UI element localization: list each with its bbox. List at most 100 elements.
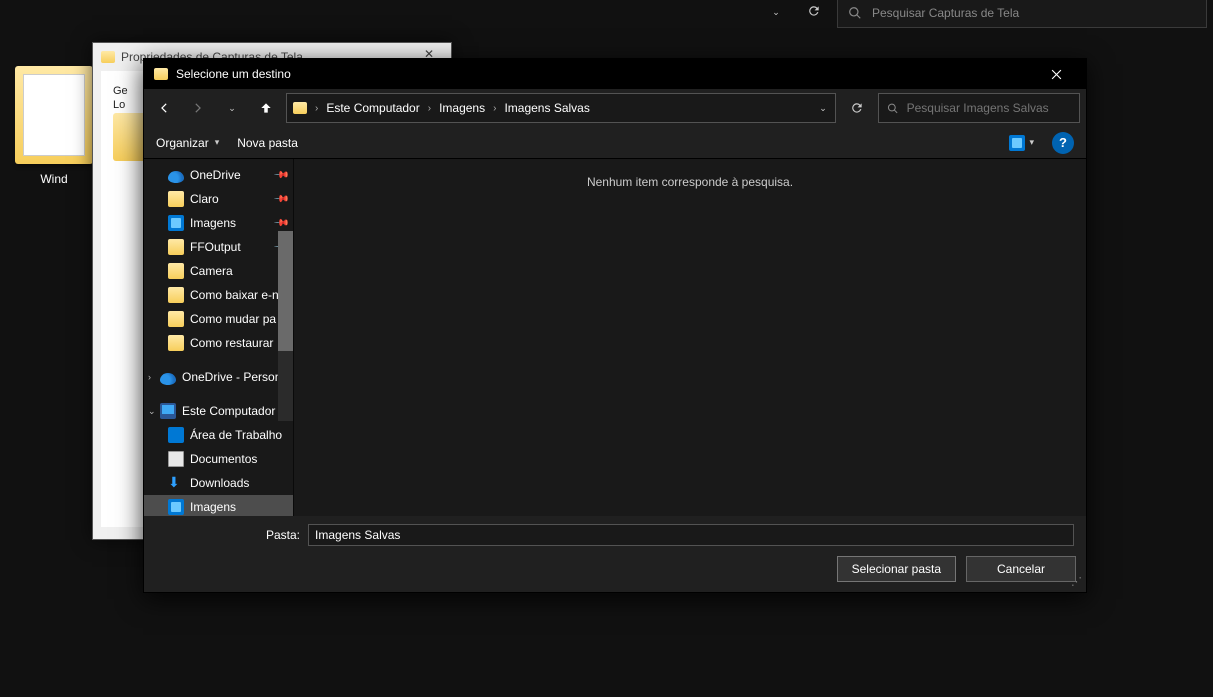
- organize-label: Organizar: [156, 136, 209, 150]
- chevron-right-icon: ›: [426, 103, 433, 114]
- sidebar-item-label: Imagens: [190, 500, 236, 514]
- folder-icon: [168, 263, 184, 279]
- sidebar-item-onedrive-personal[interactable]: › OneDrive - Person: [144, 365, 293, 389]
- sidebar-item-label: Documentos: [190, 452, 257, 466]
- folder-icon: [168, 239, 184, 255]
- pin-icon: 📌: [272, 167, 289, 184]
- sidebar-item-label: Camera: [190, 264, 233, 278]
- navigation-row: ⌄ › Este Computador › Imagens › Imagens …: [144, 89, 1086, 127]
- address-root-icon[interactable]: [287, 94, 313, 122]
- up-button[interactable]: [252, 94, 280, 122]
- sidebar-item-area-trabalho[interactable]: Área de Trabalho: [144, 423, 293, 447]
- navigation-sidebar: OneDrive 📌 Claro 📌 Imagens 📌 FFOutput 📌: [144, 159, 293, 516]
- forward-button[interactable]: [184, 94, 212, 122]
- file-list-pane[interactable]: Nenhum item corresponde à pesquisa.: [293, 159, 1086, 516]
- sidebar-item-imagens[interactable]: Imagens 📌: [144, 211, 293, 235]
- sidebar-item-imagens-selected[interactable]: Imagens: [144, 495, 293, 516]
- sidebar-item-documentos[interactable]: Documentos: [144, 447, 293, 471]
- sidebar-item-claro[interactable]: Claro 📌: [144, 187, 293, 211]
- sidebar-item-label: Área de Trabalho: [190, 428, 282, 442]
- sidebar-item-camera[interactable]: Camera: [144, 259, 293, 283]
- cancel-button[interactable]: Cancelar: [966, 556, 1076, 582]
- sidebar-item-label: Este Computador: [182, 404, 275, 418]
- scrollbar-thumb[interactable]: [278, 231, 293, 351]
- arrow-left-icon: [157, 101, 171, 115]
- sidebar-item-label: OneDrive: [190, 168, 241, 182]
- chevron-down-icon: ⌄: [148, 406, 156, 417]
- button-row: Selecionar pasta Cancelar ⋰: [154, 556, 1076, 582]
- sidebar-item-como-mudar[interactable]: Como mudar pa: [144, 307, 293, 331]
- close-icon: [1051, 69, 1062, 80]
- dialog-footer: Pasta: Selecionar pasta Cancelar ⋰: [144, 516, 1086, 592]
- view-icon: [1009, 135, 1025, 151]
- desktop-shortcut-label: Wind: [8, 172, 100, 186]
- parent-search-box[interactable]: Pesquisar Capturas de Tela: [837, 0, 1207, 28]
- sidebar-item-label: Imagens: [190, 216, 236, 230]
- recent-locations-button[interactable]: ⌄: [218, 94, 246, 122]
- parent-refresh-button[interactable]: [799, 4, 829, 21]
- sidebar-item-label: Como mudar pa: [190, 312, 276, 326]
- empty-message: Nenhum item corresponde à pesquisa.: [587, 175, 793, 189]
- desktop-icon: [168, 427, 184, 443]
- chevron-right-icon: ›: [313, 103, 320, 114]
- dialog-titlebar[interactable]: Selecione um destino: [144, 59, 1086, 89]
- sidebar-item-onedrive[interactable]: OneDrive 📌: [144, 163, 293, 187]
- desktop-shortcut[interactable]: Wind: [8, 66, 100, 186]
- sidebar-item-label: FFOutput: [190, 240, 241, 254]
- folder-icon: [168, 335, 184, 351]
- help-button[interactable]: ?: [1052, 132, 1074, 154]
- parent-address-dropdown-icon[interactable]: ⌄: [761, 7, 791, 18]
- search-input[interactable]: [907, 101, 1071, 115]
- sidebar-item-como-restaurar[interactable]: Como restaurar: [144, 331, 293, 355]
- arrow-right-icon: [191, 101, 205, 115]
- address-bar[interactable]: › Este Computador › Imagens › Imagens Sa…: [286, 93, 836, 123]
- resize-grip-icon[interactable]: ⋰: [1071, 575, 1080, 588]
- refresh-icon: [850, 101, 864, 115]
- back-button[interactable]: [150, 94, 178, 122]
- document-icon: [168, 451, 184, 467]
- breadcrumb-imagens[interactable]: Imagens: [433, 94, 491, 122]
- search-icon: [887, 102, 899, 115]
- folder-icon: [168, 311, 184, 327]
- folder-icon: [293, 102, 307, 114]
- images-icon: [168, 499, 184, 515]
- download-icon: [168, 475, 184, 491]
- search-icon: [848, 6, 862, 20]
- help-icon: ?: [1059, 135, 1067, 150]
- view-options-button[interactable]: ▾: [1009, 135, 1034, 151]
- sidebar-item-label: OneDrive - Person: [182, 370, 281, 384]
- arrow-up-icon: [259, 101, 273, 115]
- sidebar-scrollbar[interactable]: [278, 231, 293, 421]
- sidebar-item-label: Claro: [190, 192, 219, 206]
- folder-icon: [101, 51, 115, 63]
- folder-name-input[interactable]: [308, 524, 1074, 546]
- organize-button[interactable]: Organizar ▾: [156, 136, 219, 150]
- pin-icon: 📌: [272, 191, 289, 208]
- images-icon: [168, 215, 184, 231]
- sidebar-item-label: Como restaurar: [190, 336, 273, 350]
- sidebar-item-downloads[interactable]: Downloads: [144, 471, 293, 495]
- address-dropdown-button[interactable]: ⌄: [811, 103, 835, 114]
- folder-icon: [168, 191, 184, 207]
- folder-icon: [154, 68, 168, 80]
- close-button[interactable]: [1036, 59, 1076, 89]
- folder-icon: [15, 66, 93, 164]
- sidebar-item-este-computador[interactable]: ⌄ Este Computador: [144, 399, 293, 423]
- sidebar-item-como-baixar[interactable]: Como baixar e-n: [144, 283, 293, 307]
- folder-icon: [168, 287, 184, 303]
- folder-label: Pasta:: [266, 528, 300, 542]
- command-row: Organizar ▾ Nova pasta ▾ ?: [144, 127, 1086, 159]
- refresh-button[interactable]: [842, 93, 872, 123]
- sidebar-item-ffoutput[interactable]: FFOutput 📌: [144, 235, 293, 259]
- parent-window-toolbar: ⌄ Pesquisar Capturas de Tela: [0, 0, 1213, 25]
- breadcrumb-imagens-salvas[interactable]: Imagens Salvas: [498, 94, 595, 122]
- chevron-down-icon: ⌄: [228, 103, 236, 114]
- sidebar-item-label: Como baixar e-n: [190, 288, 279, 302]
- select-folder-button[interactable]: Selecionar pasta: [837, 556, 956, 582]
- chevron-right-icon: ›: [491, 103, 498, 114]
- breadcrumb-este-computador[interactable]: Este Computador: [320, 94, 425, 122]
- search-box[interactable]: [878, 93, 1080, 123]
- new-folder-button[interactable]: Nova pasta: [237, 136, 298, 150]
- sidebar-item-label: Downloads: [190, 476, 249, 490]
- chevron-right-icon: ›: [148, 372, 151, 382]
